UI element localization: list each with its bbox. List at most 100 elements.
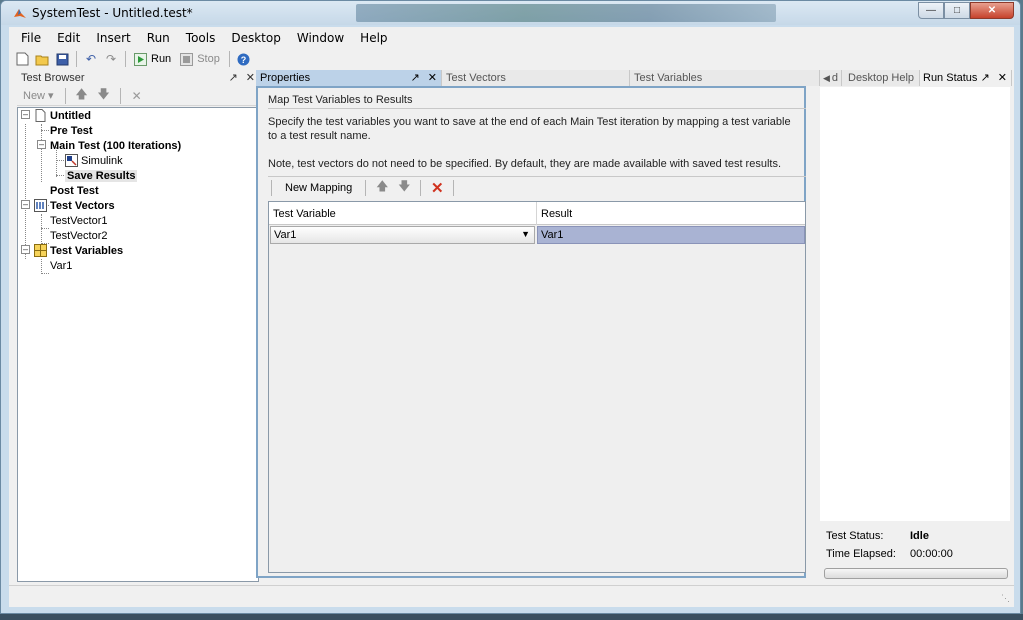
dropdown-arrow-icon: ▼ — [521, 229, 530, 239]
collapse-toggle[interactable]: – — [21, 245, 30, 254]
run-status-panel: ◀ d Desktop Help Run Status ↗ ✕ Test Sta… — [820, 70, 1012, 584]
tree-connector — [41, 124, 42, 182]
save-icon[interactable] — [53, 50, 71, 68]
close-panel-icon[interactable]: ✕ — [246, 71, 255, 84]
tab-label: Desktop Help — [848, 72, 915, 84]
undo-icon[interactable]: ↶ — [82, 50, 100, 68]
undock-icon[interactable]: ↗ — [981, 71, 990, 84]
toolbar-separator — [125, 51, 126, 67]
tree-label: TestVector2 — [50, 229, 108, 242]
collapse-toggle[interactable]: – — [37, 140, 46, 149]
undock-icon[interactable]: ↗ — [229, 71, 238, 84]
window-controls: — □ ✕ — [918, 2, 1014, 19]
test-tree: – – – – Untitled Pre Test Main Test (100… — [17, 107, 259, 582]
tree-item-pre-test[interactable]: Pre Test — [50, 123, 93, 138]
run-icon[interactable] — [131, 50, 149, 68]
document-icon — [35, 109, 46, 122]
menu-help[interactable]: Help — [352, 31, 395, 45]
dropdown-value: Var1 — [274, 229, 297, 241]
new-item-button[interactable]: New ▾ — [23, 89, 54, 102]
test-status-label: Test Status: — [826, 530, 884, 542]
tab-properties[interactable]: Properties ↗ ✕ — [256, 70, 442, 86]
tab-test-variables[interactable]: Test Variables — [630, 70, 820, 86]
tree-item-main-test[interactable]: Main Test (100 Iterations) — [50, 138, 181, 153]
menu-desktop[interactable]: Desktop — [223, 31, 289, 45]
tree-item-testvector2[interactable]: TestVector2 — [50, 228, 107, 243]
tab-label: Properties — [260, 72, 311, 84]
result-name-cell[interactable]: Var1 — [537, 226, 805, 244]
tab-desktop-help[interactable]: Desktop Help — [842, 70, 920, 86]
menu-run[interactable]: Run — [139, 31, 178, 45]
table-header: Test Variable Result — [269, 202, 805, 225]
tree-label: Main Test (100 Iterations) — [50, 139, 182, 152]
menu-insert[interactable]: Insert — [88, 31, 138, 45]
menu-file[interactable]: File — [13, 31, 49, 45]
tree-item-post-test[interactable]: Post Test — [50, 183, 99, 198]
close-button[interactable]: ✕ — [970, 2, 1014, 19]
new-mapping-button[interactable]: New Mapping — [279, 182, 358, 194]
table-row: Var1 ▼ Var1 — [269, 226, 805, 244]
center-tabs: Properties ↗ ✕ Test Vectors Test Variabl… — [256, 70, 820, 86]
toolbar-separator — [76, 51, 77, 67]
close-panel-icon[interactable]: ✕ — [998, 71, 1007, 84]
tree-item-save-results[interactable]: Save Results — [65, 168, 138, 183]
tree-connector — [41, 214, 42, 244]
menu-window[interactable]: Window — [289, 31, 352, 45]
collapse-toggle[interactable]: – — [21, 110, 30, 119]
tab-test-vectors[interactable]: Test Vectors — [442, 70, 630, 86]
menu-tools[interactable]: Tools — [178, 31, 224, 45]
test-vectors-icon — [34, 199, 47, 212]
tree-connector — [41, 228, 49, 229]
test-variable-dropdown[interactable]: Var1 ▼ — [270, 226, 535, 244]
menu-edit[interactable]: Edit — [49, 31, 88, 45]
menu-bar: File Edit Insert Run Tools Desktop Windo… — [9, 27, 1014, 48]
maximize-button[interactable]: □ — [944, 2, 970, 19]
tab-collapsed[interactable]: ◀ d — [820, 70, 842, 86]
close-tab-icon[interactable]: ✕ — [428, 71, 437, 84]
run-button-label[interactable]: Run — [151, 53, 171, 65]
column-header-test-variable[interactable]: Test Variable — [269, 202, 537, 225]
tree-item-untitled[interactable]: Untitled — [34, 108, 91, 123]
undock-icon[interactable]: ↗ — [411, 71, 420, 84]
toolbar-separator — [119, 87, 121, 104]
tree-connector — [41, 273, 49, 274]
move-up-icon[interactable]: 🡅 — [73, 87, 91, 105]
tree-item-var1[interactable]: Var1 — [50, 258, 72, 273]
collapse-toggle[interactable]: – — [21, 200, 30, 209]
test-browser-title: Test Browser — [21, 72, 85, 84]
test-variables-icon — [34, 244, 47, 257]
open-folder-icon[interactable] — [33, 50, 51, 68]
delete-icon[interactable]: ✕ — [128, 87, 146, 105]
tree-connector — [41, 259, 42, 274]
tree-connector — [41, 130, 49, 131]
tree-item-testvector1[interactable]: TestVector1 — [50, 213, 107, 228]
help-icon[interactable]: ? — [235, 50, 253, 68]
move-down-icon[interactable]: 🡇 — [395, 179, 413, 197]
tree-label: Pre Test — [50, 124, 93, 137]
new-file-icon[interactable] — [13, 50, 31, 68]
delete-mapping-icon[interactable]: ✕ — [428, 179, 446, 197]
toolbar-separator — [365, 179, 367, 196]
note-text: Note, test vectors do not need to be spe… — [268, 158, 782, 170]
tab-label: Run Status — [923, 72, 978, 84]
svg-text:?: ? — [241, 55, 247, 65]
tree-item-test-vectors[interactable]: Test Vectors — [34, 198, 115, 213]
tree-item-test-variables[interactable]: Test Variables — [34, 243, 123, 258]
tree-label: Save Results — [65, 169, 138, 182]
test-browser-toolbar: New ▾ 🡅 🡇 ✕ — [17, 86, 259, 106]
move-up-icon[interactable]: 🡅 — [373, 179, 391, 197]
column-header-result[interactable]: Result — [537, 202, 805, 225]
tab-run-status[interactable]: Run Status ↗ ✕ — [920, 70, 1012, 86]
minimize-button[interactable]: — — [918, 2, 944, 19]
tab-label: d — [831, 72, 839, 84]
tab-label: Test Variables — [634, 72, 703, 84]
tree-item-simulink[interactable]: Simulink — [65, 153, 123, 168]
taskbar-strip — [0, 614, 1023, 620]
stop-button-label[interactable]: Stop — [197, 53, 220, 65]
title-bar: SystemTest - Untitled.test* — □ ✕ — [1, 1, 1020, 25]
resize-grip-icon[interactable]: ⋱ — [1001, 593, 1010, 604]
move-down-icon[interactable]: 🡇 — [95, 87, 113, 105]
redo-icon[interactable]: ↷ — [102, 50, 120, 68]
toolbar-separator — [271, 179, 272, 196]
stop-icon[interactable] — [177, 50, 195, 68]
